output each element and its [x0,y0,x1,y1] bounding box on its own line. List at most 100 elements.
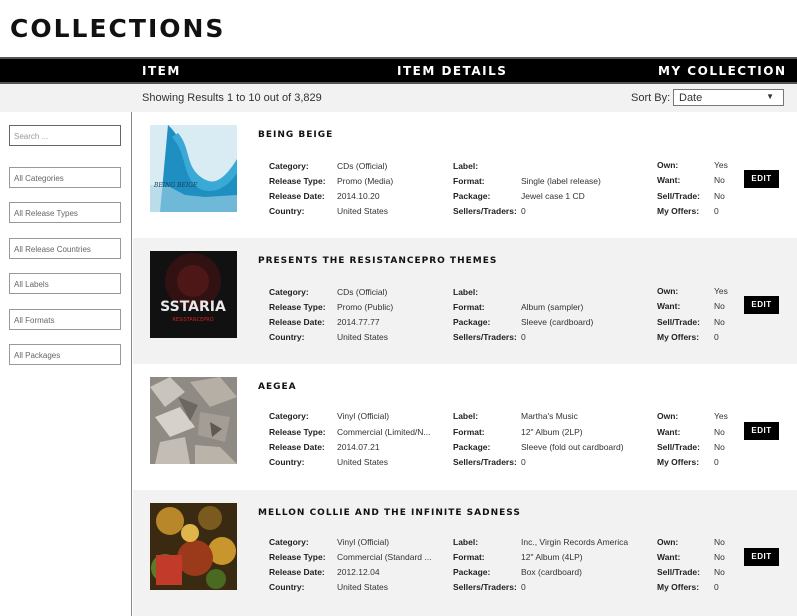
want-label: Want: [657,427,681,437]
sellers-label: Sellers/Traders: [453,457,517,467]
filter-release-countries[interactable]: All Release Countries [9,238,121,259]
edit-button[interactable]: EDIT [744,170,779,188]
country-value: United States [337,332,389,342]
own-value: Yes [714,411,728,421]
album-cover[interactable]: BEING BEIGE [150,125,237,212]
my-offers-label: My Offers: [657,332,700,342]
package-value: Sleeve (cardboard) [521,317,594,327]
release-date-label: Release Date: [269,191,325,201]
release-date-label: Release Date: [269,317,325,327]
want-label: Want: [657,552,681,562]
want-value: No [714,427,725,437]
own-label: Own: [657,286,679,296]
label-value: Martha's Music [521,411,578,421]
collection-row: AEGEA Category: Vinyl (Official) Release… [133,364,797,490]
label-label: Label: [453,537,479,547]
category-value: CDs (Official) [337,161,388,171]
filter-labels[interactable]: All Labels [9,273,121,294]
filter-release-types[interactable]: All Release Types [9,202,121,223]
category-label: Category: [269,537,309,547]
format-value: 12" Album (4LP) [521,552,583,562]
release-type-label: Release Type: [269,552,326,562]
edit-button[interactable]: EDIT [744,548,779,566]
sell-trade-value: No [714,442,725,452]
my-offers-value: 0 [714,206,719,216]
search-input[interactable]: Search ... [9,125,121,146]
my-offers-label: My Offers: [657,206,700,216]
own-label: Own: [657,160,679,170]
release-type-value: Commercial (Limited/N... [337,427,431,437]
category-value: Vinyl (Official) [337,537,390,547]
column-header-item: ITEM [142,64,181,78]
sort-by-select[interactable]: Date ▼ [673,89,784,106]
collection-row: SSTARIA RESISTANCEPRO PRESENTS THE RESIS… [133,238,797,364]
format-label: Format: [453,176,485,186]
album-cover[interactable] [150,503,237,590]
results-count: Showing Results 1 to 10 out of 3,829 [142,92,322,104]
package-label: Package: [453,317,491,327]
results-bar: Showing Results 1 to 10 out of 3,829 Sor… [0,84,797,112]
my-offers-value: 0 [714,332,719,342]
item-title[interactable]: BEING BEIGE [258,130,333,140]
release-date-label: Release Date: [269,442,325,452]
own-value: Yes [714,160,728,170]
package-label: Package: [453,567,491,577]
want-label: Want: [657,301,681,311]
item-title[interactable]: AEGEA [258,382,297,392]
album-cover[interactable]: SSTARIA RESISTANCEPRO [150,251,237,338]
category-value: Vinyl (Official) [337,411,390,421]
cover-script-text: BEING BEIGE [153,182,198,189]
sell-trade-value: No [714,567,725,577]
sellers-value: 0 [521,457,526,467]
package-label: Package: [453,191,491,201]
sell-trade-label: Sell/Trade: [657,317,700,327]
category-label: Category: [269,161,309,171]
release-date-label: Release Date: [269,567,325,577]
column-header-my-collection: MY COLLECTION [658,64,787,78]
my-offers-label: My Offers: [657,457,700,467]
release-type-value: Commercial (Standard ... [337,552,432,562]
release-date-value: 2014.07.21 [337,442,380,452]
want-label: Want: [657,175,681,185]
item-title[interactable]: PRESENTS THE RESISTANCEPRO THEMES [258,256,497,266]
label-label: Label: [453,161,479,171]
album-cover[interactable] [150,377,237,464]
item-title[interactable]: MELLON COLLIE AND THE INFINITE SADNESS [258,508,521,518]
sellers-label: Sellers/Traders: [453,206,517,216]
country-label: Country: [269,206,305,216]
package-label: Package: [453,442,491,452]
sell-trade-label: Sell/Trade: [657,567,700,577]
collection-row: BEING BEIGE BEING BEIGE Category: CDs (O… [133,112,797,238]
filter-categories[interactable]: All Categories [9,167,121,188]
sellers-value: 0 [521,582,526,592]
cover-sub-text: RESISTANCEPRO [172,317,213,323]
own-value: No [714,537,725,547]
want-value: No [714,301,725,311]
format-value: Album (sampler) [521,302,584,312]
sell-trade-value: No [714,317,725,327]
filter-packages[interactable]: All Packages [9,344,121,365]
label-label: Label: [453,411,479,421]
country-label: Country: [269,332,305,342]
search-placeholder: Search ... [14,132,49,141]
my-offers-value: 0 [714,457,719,467]
format-value: Single (label release) [521,176,601,186]
edit-button[interactable]: EDIT [744,296,779,314]
sort-by-value: Date [679,92,703,104]
chevron-down-icon: ▼ [766,92,774,101]
release-date-value: 2012.12.04 [337,567,380,577]
sell-trade-label: Sell/Trade: [657,442,700,452]
format-label: Format: [453,427,485,437]
country-value: United States [337,457,389,467]
filter-sidebar: Search ... All Categories All Release Ty… [0,112,132,616]
edit-button[interactable]: EDIT [744,422,779,440]
format-label: Format: [453,552,485,562]
own-label: Own: [657,537,679,547]
filter-formats[interactable]: All Formats [9,309,121,330]
release-type-label: Release Type: [269,302,326,312]
format-value: 12" Album (2LP) [521,427,583,437]
column-header-item-details: ITEM DETAILS [397,64,508,78]
sellers-value: 0 [521,206,526,216]
own-label: Own: [657,411,679,421]
country-value: United States [337,206,389,216]
